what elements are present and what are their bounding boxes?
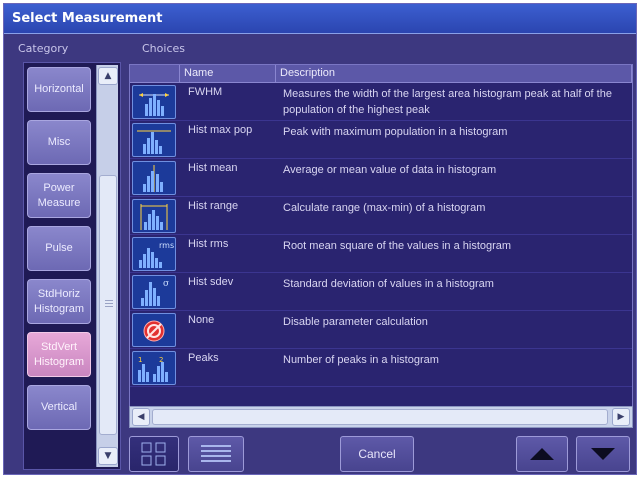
category-label: Category [18,42,69,55]
icon-view-icon [141,442,166,466]
choices-horizontal-scrollbar[interactable]: ◀ ▶ [129,406,633,428]
category-scroll-thumb[interactable] [99,175,117,435]
table-row[interactable]: rms Hist rms Root mean square of the val… [130,235,632,273]
category-stdhoriz-histogram[interactable]: StdHoriz Histogram [27,279,91,324]
peaks-histogram-icon: 1 2 [132,351,176,385]
list-view-button[interactable] [188,436,244,472]
measurement-description: Root mean square of the values in a hist… [283,240,512,252]
chevron-left-icon: ◀ [137,412,145,422]
up-arrow-icon [530,448,554,460]
grip-line [105,306,113,307]
svg-text:σ: σ [163,279,169,289]
measurement-name: Hist sdev [188,276,234,288]
table-row[interactable]: 1 2 Peaks Number of peaks in a histogram [130,349,632,387]
grip-line [105,300,113,301]
measurement-name: None [188,314,215,326]
choices-label: Choices [142,42,185,55]
category-stdvert-histogram[interactable]: StdVert Histogram [27,332,91,377]
category-misc[interactable]: Misc [27,120,91,165]
dialog-title: Select Measurement [12,11,163,26]
scroll-down-page-button[interactable] [576,436,630,472]
choices-table: Name Description FWHM Measures the width… [129,64,633,428]
category-scrollbar[interactable]: ▲ ▼ [96,65,118,467]
measurement-name: Peaks [188,352,219,364]
list-view-icon [201,445,231,462]
title-bar: Select Measurement [4,4,636,34]
column-header-name[interactable]: Name [180,65,276,83]
svg-text:rms: rms [159,241,174,250]
table-row[interactable]: Hist max pop Peak with maximum populatio… [130,121,632,159]
icon-view-button[interactable] [129,436,179,472]
table-row[interactable]: σ Hist sdev Standard deviation of values… [130,273,632,311]
table-row[interactable]: Hist mean Average or mean value of data … [130,159,632,197]
none-disabled-icon [132,313,176,347]
down-arrow-icon [591,448,615,460]
scroll-down-button[interactable]: ▼ [98,447,118,465]
category-pulse[interactable]: Pulse [27,226,91,271]
measurement-name: Hist mean [188,162,238,174]
hist-range-icon [132,199,176,233]
scroll-left-button[interactable]: ◀ [132,408,150,426]
scroll-right-button[interactable]: ▶ [612,408,630,426]
measurement-description: Measures the width of the largest area h… [283,88,612,116]
column-header-icon[interactable] [130,65,180,83]
grip-line [105,303,113,304]
chevron-up-icon: ▲ [104,71,112,81]
hist-max-pop-icon [132,123,176,157]
horizontal-scroll-thumb[interactable] [152,409,608,425]
measurement-name: Hist rms [188,238,229,250]
measurement-name: FWHM [188,86,223,98]
select-measurement-dialog: Select Measurement Category Choices Hori… [3,3,637,475]
measurement-description: Calculate range (max-min) of a histogram [283,202,486,214]
cancel-button[interactable]: Cancel [340,436,414,472]
hist-mean-icon [132,161,176,195]
scroll-up-page-button[interactable] [516,436,568,472]
measurement-description: Peak with maximum population in a histog… [283,126,508,138]
measurement-description: Number of peaks in a histogram [283,354,439,366]
table-row[interactable]: None Disable parameter calculation [130,311,632,349]
category-list: Horizontal Misc Power Measure Pulse StdH… [23,62,121,470]
measurement-description: Standard deviation of values in a histog… [283,278,494,290]
column-header-description[interactable]: Description [276,65,632,83]
table-row[interactable]: Hist range Calculate range (max-min) of … [130,197,632,235]
category-horizontal[interactable]: Horizontal [27,67,91,112]
scroll-up-button[interactable]: ▲ [98,67,118,85]
hist-rms-icon: rms [132,237,176,271]
category-vertical[interactable]: Vertical [27,385,91,430]
hist-sdev-icon: σ [132,275,176,309]
chevron-right-icon: ▶ [617,412,625,422]
measurement-description: Disable parameter calculation [283,316,428,328]
svg-text:1: 1 [138,356,142,364]
measurement-description: Average or mean value of data in histogr… [283,164,497,176]
table-row[interactable]: FWHM Measures the width of the largest a… [130,83,632,121]
category-power-measure[interactable]: Power Measure [27,173,91,218]
chevron-down-icon: ▼ [104,451,112,461]
measurement-name: Hist max pop [188,124,253,136]
fwhm-histogram-icon [132,85,176,119]
measurement-name: Hist range [188,200,239,212]
